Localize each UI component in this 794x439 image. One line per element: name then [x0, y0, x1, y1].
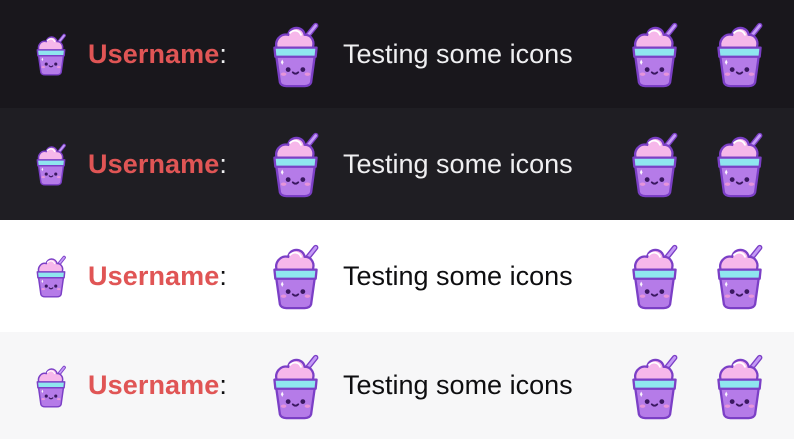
username-colon: : — [219, 260, 227, 291]
message-text: Testing some icons — [343, 370, 573, 400]
username-colon: : — [219, 370, 227, 400]
chat-line-dark-1: Username: Testing some icons — [0, 0, 794, 108]
chat-line-light-2: Username: Testing some icons — [0, 332, 794, 439]
chat-line-dark-2: Username: Testing some icons — [0, 108, 794, 220]
icecream-cup-icon — [627, 352, 682, 420]
icecream-cup-icon — [712, 20, 767, 88]
icecream-cup-icon — [33, 32, 69, 76]
icecream-cup-icon — [627, 242, 682, 310]
icecream-cup-icon — [712, 242, 767, 310]
username[interactable]: Username: — [88, 370, 227, 401]
icecream-cup-icon — [33, 364, 69, 408]
chat-line-light-1: Username: Testing some icons — [0, 220, 794, 332]
message-text: Testing some icons — [343, 260, 573, 291]
icecream-cup-icon — [268, 20, 323, 88]
icecream-cup-icon — [33, 254, 69, 298]
icecream-cup-icon — [268, 352, 323, 420]
username[interactable]: Username: — [88, 39, 227, 70]
username-colon: : — [219, 148, 227, 179]
icecream-cup-icon — [268, 242, 323, 310]
message-text: Testing some icons — [343, 148, 573, 179]
icecream-cup-icon — [33, 142, 69, 186]
icecream-cup-icon — [712, 130, 767, 198]
icecream-cup-icon — [627, 20, 682, 88]
username-text: Username — [88, 370, 220, 400]
username-text: Username — [88, 38, 220, 69]
username[interactable]: Username: — [88, 261, 227, 292]
icecream-cup-icon — [268, 130, 323, 198]
username-text: Username — [88, 148, 220, 179]
chat-preview-list: Username: Testing some icons Username: T… — [0, 0, 794, 439]
icecream-cup-icon — [712, 352, 767, 420]
message-text: Testing some icons — [343, 38, 573, 69]
username[interactable]: Username: — [88, 149, 227, 180]
username-text: Username — [88, 260, 220, 291]
icecream-cup-icon — [627, 130, 682, 198]
username-colon: : — [219, 38, 227, 69]
